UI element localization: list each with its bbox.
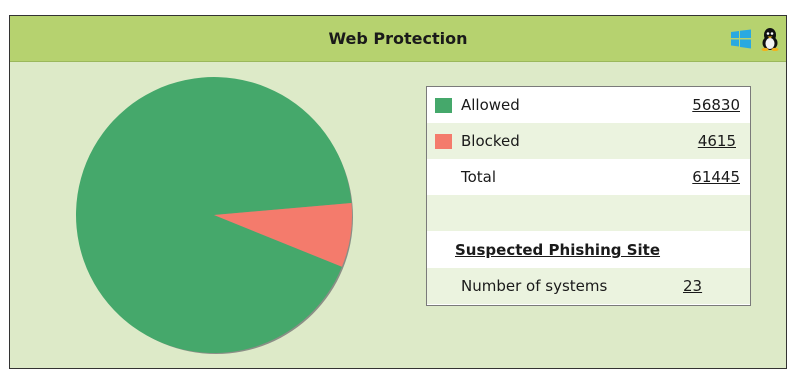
systems-count-link[interactable]: 23 <box>683 268 702 304</box>
spacer-row <box>427 195 750 231</box>
phishing-title-link[interactable]: Suspected Phishing Site <box>455 232 660 268</box>
allowed-label: Allowed <box>461 96 520 114</box>
total-row: Total 61445 <box>427 159 750 195</box>
allowed-count-link[interactable]: 56830 <box>692 87 740 123</box>
allowed-swatch <box>435 98 452 113</box>
total-label: Total <box>461 168 497 186</box>
blocked-count-link[interactable]: 4615 <box>698 123 736 159</box>
widget-title: Web Protection <box>328 29 468 48</box>
windows-icon[interactable] <box>730 29 752 49</box>
widget-header: Web Protection <box>10 16 786 62</box>
os-icons <box>730 27 780 51</box>
systems-row: Number of systems 23 <box>427 268 750 304</box>
allowed-row: Allowed 56830 <box>427 87 750 123</box>
blocked-row: Blocked 4615 <box>427 123 750 159</box>
blocked-label: Blocked <box>461 132 520 150</box>
phishing-title-row: Suspected Phishing Site <box>427 232 750 268</box>
total-count-link[interactable]: 61445 <box>692 159 740 195</box>
web-protection-pie-chart <box>75 77 353 354</box>
stats-table: Allowed 56830 Blocked 4615 Total 61445 S… <box>426 86 751 306</box>
blocked-swatch <box>435 134 452 149</box>
systems-label: Number of systems <box>461 277 608 295</box>
web-protection-widget: Web Protection Allowed 56830 Blocked 461… <box>9 15 787 369</box>
linux-icon[interactable] <box>760 27 780 51</box>
